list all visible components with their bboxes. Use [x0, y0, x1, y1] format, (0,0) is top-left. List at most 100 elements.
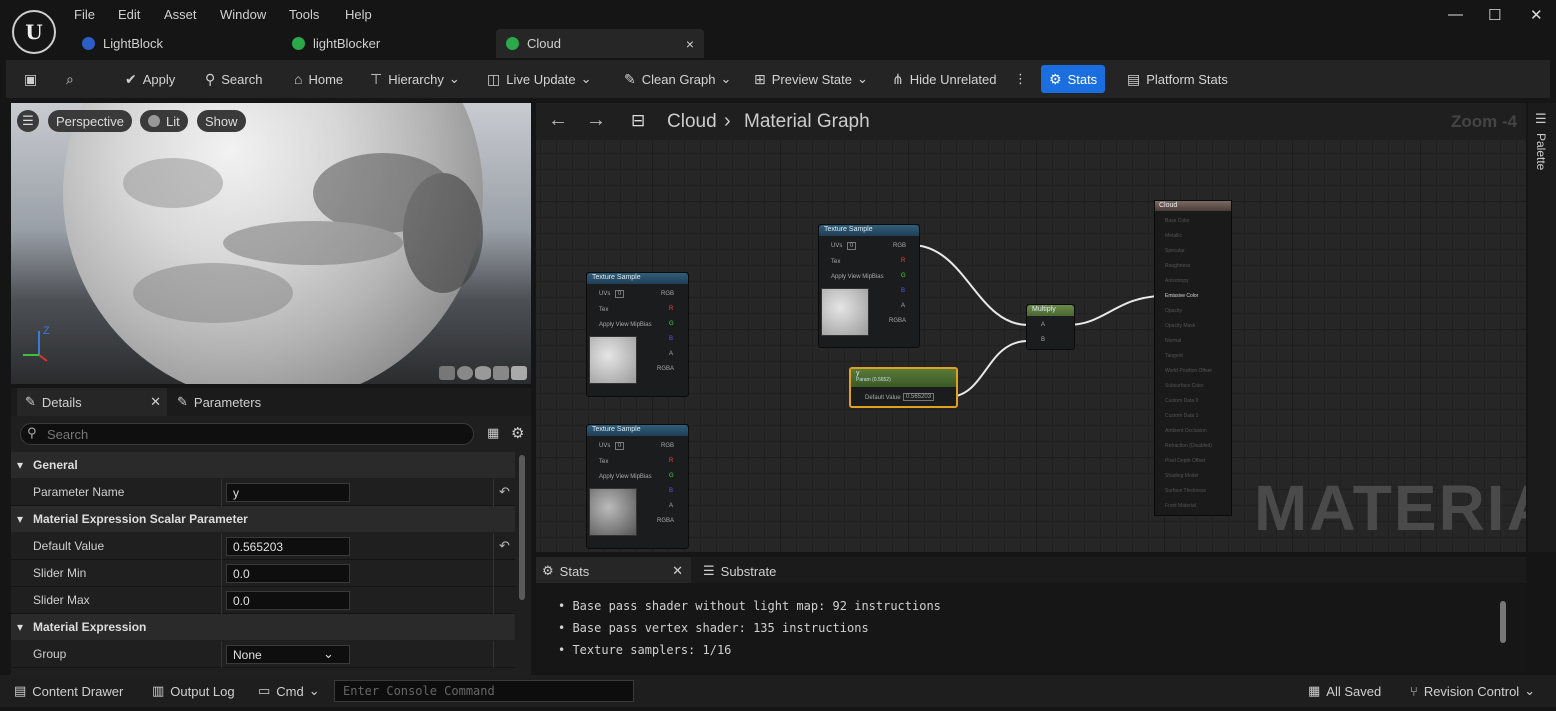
multiply-node[interactable]: Multiply A B	[1026, 304, 1075, 350]
result-pin[interactable]: Opacity	[1165, 308, 1182, 314]
uvs-index-input[interactable]: 0	[615, 290, 625, 298]
scalar-parameter-node[interactable]: y Param (0.5652) Default Value 0.565203	[849, 367, 958, 408]
hierarchy-button[interactable]: ⊤ Hierarchy ⌄	[370, 60, 460, 98]
apply-button[interactable]: ✔ Apply	[125, 60, 175, 98]
content-drawer-button[interactable]: ▤ Content Drawer	[14, 675, 123, 707]
default-value-input[interactable]: 0.565203	[226, 537, 350, 556]
pin-rgb[interactable]: RGB	[893, 243, 906, 249]
lit-button[interactable]: Lit	[140, 110, 188, 132]
pin-g[interactable]: G	[669, 321, 674, 327]
preview-state-button[interactable]: ⊞ Preview State ⌄	[754, 60, 868, 98]
output-log-button[interactable]: ▥ Output Log	[152, 675, 235, 707]
slider-max-input[interactable]: 0.0	[226, 591, 350, 610]
material-result-node[interactable]: Cloud Base Color Metallic Specular Roughnes…	[1154, 200, 1232, 516]
result-pin[interactable]: Normal	[1165, 338, 1181, 344]
pin-rgb[interactable]: RGB	[661, 291, 674, 297]
pin-a[interactable]: A	[901, 303, 905, 309]
pin-apply-mipbias[interactable]: Apply View MipBias	[599, 322, 652, 328]
tab-parameters[interactable]: ✎ Parameters	[177, 388, 261, 416]
result-pin[interactable]: Custom Data 0	[1165, 398, 1198, 404]
result-pin[interactable]: Shading Model	[1165, 473, 1198, 479]
close-tab-icon[interactable]: ✕	[150, 394, 161, 410]
minimize-icon[interactable]: —	[1448, 6, 1463, 23]
pin-g[interactable]: G	[669, 473, 674, 479]
preview-viewport[interactable]: ☰ Perspective Lit Show Z	[11, 103, 531, 384]
close-window-icon[interactable]: ✕	[1530, 6, 1543, 24]
table-view-icon[interactable]: ▦	[487, 425, 499, 441]
pin-apply-mipbias[interactable]: Apply View MipBias	[599, 474, 652, 480]
palette-tab[interactable]: Palette	[1534, 133, 1548, 170]
pin-r[interactable]: R	[669, 306, 673, 312]
more-options-icon[interactable]: ⋮	[1014, 60, 1027, 98]
settings-gear-icon[interactable]: ⚙	[511, 424, 524, 442]
pin-uvs[interactable]: UVs	[599, 291, 610, 297]
show-button[interactable]: Show	[197, 110, 246, 132]
pin-r[interactable]: R	[669, 458, 673, 464]
home-button[interactable]: ⌂ Home	[294, 60, 343, 98]
details-scrollbar[interactable]	[519, 455, 525, 600]
result-pin[interactable]: Roughness	[1165, 263, 1190, 269]
pin-tex[interactable]: Tex	[599, 459, 608, 465]
texture-sample-node[interactable]: Texture Sample UVs 0 Tex Apply View MipB…	[818, 224, 920, 348]
menu-edit[interactable]: Edit	[118, 7, 140, 22]
category-material-expression[interactable]: ▾ Material Expression	[11, 614, 515, 640]
uvs-index-input[interactable]: 0	[847, 242, 857, 250]
tab-lightblock[interactable]: LightBlock	[82, 29, 163, 58]
pin-b[interactable]: B	[669, 488, 673, 494]
pin-a[interactable]: A	[669, 503, 673, 509]
platform-stats-button[interactable]: ▤ Platform Stats	[1127, 60, 1228, 98]
result-pin[interactable]: Base Color	[1165, 218, 1190, 224]
menu-tools[interactable]: Tools	[289, 7, 319, 22]
uvs-index-input[interactable]: 0	[615, 442, 625, 450]
result-pin[interactable]: Anisotropy	[1165, 278, 1189, 284]
search-button[interactable]: ⚲ Search	[205, 60, 262, 98]
tab-stats[interactable]: ⚙ Stats ✕	[536, 557, 691, 585]
result-pin[interactable]: World Position Offset	[1165, 368, 1212, 374]
result-pin[interactable]: Custom Data 1	[1165, 413, 1198, 419]
menu-file[interactable]: File	[74, 7, 95, 22]
maximize-icon[interactable]: ☐	[1488, 6, 1501, 24]
menu-asset[interactable]: Asset	[164, 7, 197, 22]
menu-help[interactable]: Help	[345, 7, 372, 22]
live-update-button[interactable]: ◫ Live Update ⌄	[487, 60, 592, 98]
cylinder-preview-icon[interactable]	[439, 366, 455, 380]
stats-scrollbar[interactable]	[1500, 601, 1506, 643]
hide-unrelated-button[interactable]: ⋔ Hide Unrelated	[892, 60, 996, 98]
pin-a[interactable]: A	[669, 351, 673, 357]
pin-a[interactable]: A	[1041, 322, 1045, 328]
console-command-input[interactable]: Enter Console Command	[334, 680, 634, 702]
sphere-preview-icon[interactable]	[457, 366, 473, 380]
palette-menu-icon[interactable]: ☰	[1535, 111, 1547, 127]
pin-rgb[interactable]: RGB	[661, 443, 674, 449]
result-pin[interactable]: Subsurface Color	[1165, 383, 1204, 389]
texture-sample-node[interactable]: Texture Sample UVs 0 Tex Apply View MipB…	[586, 272, 689, 397]
tab-cloud[interactable]: Cloud ×	[496, 29, 704, 58]
save-button[interactable]: ▣	[24, 60, 43, 98]
cube-preview-icon[interactable]	[493, 366, 509, 380]
pin-rgba[interactable]: RGBA	[889, 318, 906, 324]
texture-sample-node[interactable]: Texture Sample UVs 0 Tex Apply View MipB…	[586, 424, 689, 549]
stats-button[interactable]: ⚙ Stats	[1041, 65, 1106, 93]
parameter-name-input[interactable]: y	[226, 483, 350, 502]
reset-to-default-icon[interactable]: ↶	[499, 538, 510, 554]
result-pin[interactable]: Surface Thickness	[1165, 488, 1206, 494]
cmd-button[interactable]: ▭ Cmd ⌄	[258, 675, 320, 707]
unreal-logo-icon[interactable]: U	[12, 10, 56, 54]
result-pin[interactable]: Front Material	[1165, 503, 1196, 509]
reset-to-default-icon[interactable]: ↶	[499, 484, 510, 500]
default-value-input[interactable]: 0.565203	[903, 393, 935, 401]
all-saved-button[interactable]: ▦ All Saved	[1308, 675, 1381, 707]
clean-graph-button[interactable]: ✎ Clean Graph ⌄	[624, 60, 731, 98]
material-graph-canvas[interactable]: ← → ⊟ Cloud › Material Graph Zoom -4 Tex…	[536, 103, 1526, 552]
slider-min-input[interactable]: 0.0	[226, 564, 350, 583]
browse-button[interactable]: ⌕	[66, 60, 80, 98]
result-pin[interactable]: Metallic	[1165, 233, 1182, 239]
pin-b[interactable]: B	[901, 288, 905, 294]
menu-window[interactable]: Window	[220, 7, 266, 22]
result-pin[interactable]: Ambient Occlusion	[1165, 428, 1207, 434]
tab-lightblocker[interactable]: lightBlocker	[292, 29, 380, 58]
details-search-input[interactable]: Search	[20, 423, 474, 445]
perspective-button[interactable]: Perspective	[48, 110, 132, 132]
close-tab-icon[interactable]: ✕	[672, 563, 683, 579]
pin-r[interactable]: R	[901, 258, 905, 264]
